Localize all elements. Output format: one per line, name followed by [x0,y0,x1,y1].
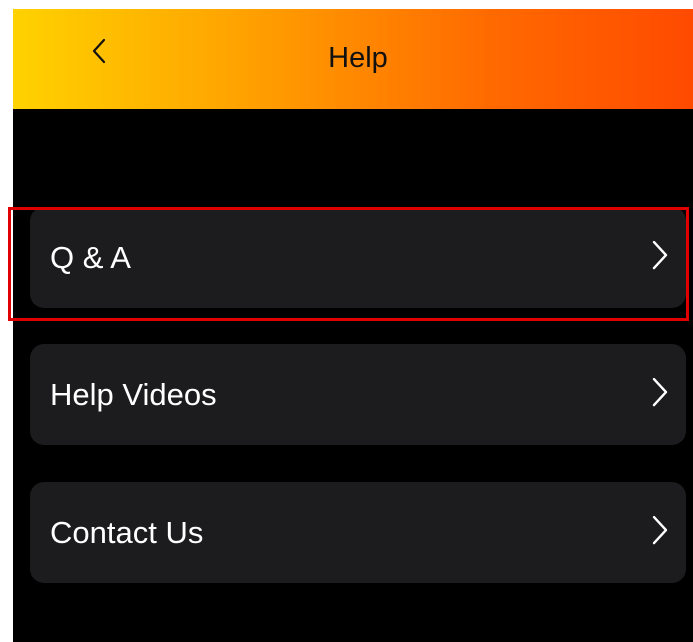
menu-item-qa[interactable]: Q & A [30,207,686,308]
menu-item-help-videos[interactable]: Help Videos [30,344,686,445]
header-bar: Help [13,9,693,109]
page-title: Help [328,42,388,74]
chevron-right-icon [652,377,668,406]
chevron-right-icon [652,240,668,269]
help-screen: Help Q & A Help Videos Contact Us [13,9,693,642]
menu-item-label: Help Videos [50,376,217,412]
menu-item-contact-us[interactable]: Contact Us [30,482,686,583]
menu-item-label: Q & A [50,239,131,275]
chevron-right-icon [652,515,668,544]
menu-item-label: Contact Us [50,514,204,550]
